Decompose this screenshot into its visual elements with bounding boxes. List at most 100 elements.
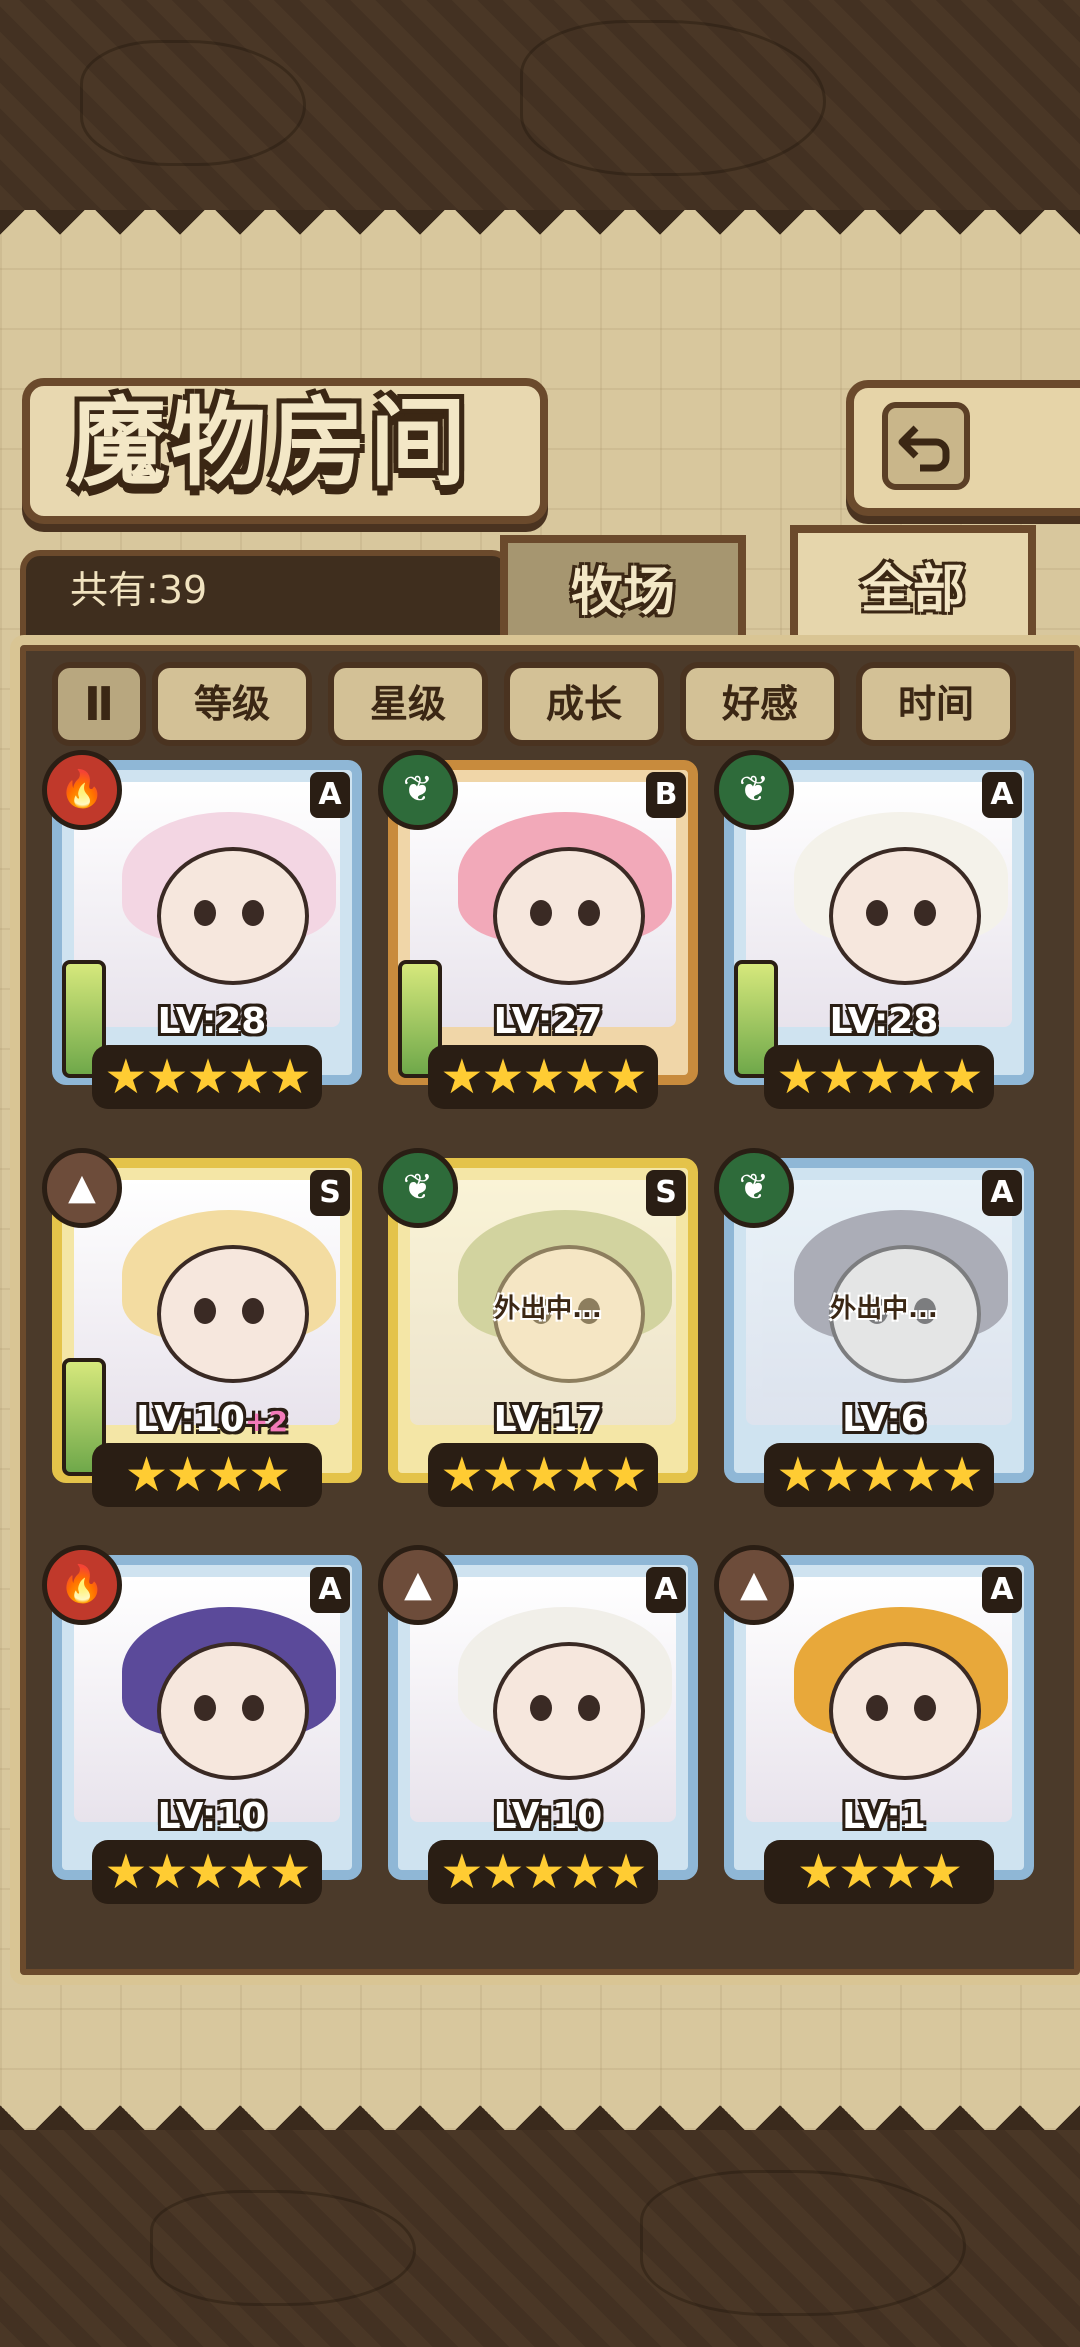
rank-badge: A <box>310 772 350 818</box>
leaf-icon: ❦ <box>378 750 458 830</box>
mountain-icon: ▲ <box>378 1545 458 1625</box>
monster-eye <box>914 1695 936 1721</box>
mountain-icon: ▲ <box>714 1545 794 1625</box>
monster-eye <box>194 900 216 926</box>
monster-eye <box>530 900 552 926</box>
star-rating: ★★★★★ <box>764 1045 994 1109</box>
monster-face <box>493 847 645 985</box>
monster-count: 共有:39 <box>70 568 208 612</box>
away-status: 外出中... <box>830 1294 938 1324</box>
sort-growth-button[interactable]: 成长 <box>504 662 664 746</box>
monster-eye <box>914 900 936 926</box>
level-label: LV:10+2 <box>112 1398 312 1442</box>
filter-toggle-button[interactable]: Ⅱ <box>52 662 146 746</box>
back-button[interactable] <box>846 380 1080 516</box>
tab-farm-label: 牧场 <box>570 563 675 623</box>
tab-all[interactable]: 全部 <box>790 525 1036 648</box>
monster-eye <box>242 1298 264 1324</box>
rank-badge: S <box>310 1170 350 1216</box>
level-value: LV:28 <box>829 1001 939 1042</box>
rank-badge: A <box>310 1567 350 1613</box>
level-value: LV:6 <box>842 1399 926 1440</box>
monster-portrait <box>410 782 676 1027</box>
monster-face <box>157 1642 309 1780</box>
monster-portrait <box>74 1180 340 1425</box>
zigzag-edge-bottom <box>0 2090 1080 2130</box>
leaf-icon: ❦ <box>714 1148 794 1228</box>
tab-farm[interactable]: 牧场 <box>500 535 746 643</box>
level-label: LV:6 <box>784 1398 984 1442</box>
monster-eye <box>578 900 600 926</box>
monster-card[interactable]: ▲ A LV:10 ★★★★★ <box>378 1545 698 1920</box>
monster-portrait <box>74 782 340 1027</box>
level-label: LV:17 <box>448 1398 648 1442</box>
star-rating: ★★★★★ <box>764 1443 994 1507</box>
monster-card[interactable]: ▲ S LV:10+2 ★★★★ <box>42 1148 362 1523</box>
leaf-icon: ❦ <box>378 1148 458 1228</box>
star-rating: ★★★★★ <box>428 1443 658 1507</box>
star-rating: ★★★★ <box>92 1443 322 1507</box>
level-value: LV:10 <box>136 1399 245 1440</box>
monster-eye <box>242 1695 264 1721</box>
level-bonus: +2 <box>244 1405 288 1438</box>
leaf-icon: ❦ <box>714 750 794 830</box>
rank-badge: A <box>982 772 1022 818</box>
monster-eye <box>194 1695 216 1721</box>
level-label: LV:10 <box>448 1795 648 1839</box>
monster-eye <box>194 1298 216 1324</box>
sort-affection-button[interactable]: 好感 <box>680 662 840 746</box>
star-rating: ★★★★★ <box>92 1840 322 1904</box>
tab-all-label: 全部 <box>860 560 965 620</box>
monster-face <box>157 847 309 985</box>
rank-badge: A <box>646 1567 686 1613</box>
page-title: 魔物房间 <box>70 387 470 499</box>
level-value: LV:10 <box>493 1796 603 1837</box>
monster-card[interactable]: 🔥 A LV:28 ★★★★★ <box>42 750 362 1125</box>
monster-card[interactable]: ❦ A 外出中... LV:6 ★★★★★ <box>714 1148 1034 1523</box>
fire-icon: 🔥 <box>42 1545 122 1625</box>
monster-eye <box>866 1695 888 1721</box>
monster-face <box>157 1245 309 1383</box>
monster-card[interactable]: ❦ B LV:27 ★★★★★ <box>378 750 698 1125</box>
fire-icon: 🔥 <box>42 750 122 830</box>
monster-face <box>829 847 981 985</box>
monster-eye <box>242 900 264 926</box>
rank-badge: B <box>646 772 686 818</box>
rank-badge: S <box>646 1170 686 1216</box>
star-rating: ★★★★ <box>764 1840 994 1904</box>
monster-card[interactable]: 🔥 A LV:10 ★★★★★ <box>42 1545 362 1920</box>
sort-time-button[interactable]: 时间 <box>856 662 1016 746</box>
sort-star-button[interactable]: 星级 <box>328 662 488 746</box>
away-status: 外出中... <box>494 1294 602 1324</box>
monster-portrait <box>410 1577 676 1822</box>
level-label: LV:28 <box>784 1000 984 1044</box>
monster-portrait <box>746 1577 1012 1822</box>
monster-face <box>829 1642 981 1780</box>
background-map-bottom <box>0 2130 1080 2347</box>
star-rating: ★★★★★ <box>428 1045 658 1109</box>
monster-eye <box>578 1695 600 1721</box>
mountain-icon: ▲ <box>42 1148 122 1228</box>
level-label: LV:28 <box>112 1000 312 1044</box>
back-arrow-icon <box>882 402 970 490</box>
rank-badge: A <box>982 1567 1022 1613</box>
monster-card[interactable]: ❦ S 外出中... LV:17 ★★★★★ <box>378 1148 698 1523</box>
level-value: LV:27 <box>493 1001 603 1042</box>
sort-level-button[interactable]: 等级 <box>152 662 312 746</box>
star-rating: ★★★★★ <box>92 1045 322 1109</box>
star-rating: ★★★★★ <box>428 1840 658 1904</box>
level-value: LV:28 <box>157 1001 267 1042</box>
monster-eye <box>530 1695 552 1721</box>
monster-portrait <box>746 782 1012 1027</box>
monster-portrait <box>74 1577 340 1822</box>
level-value: LV:1 <box>842 1796 926 1837</box>
level-label: LV:10 <box>112 1795 312 1839</box>
monster-card[interactable]: ❦ A LV:28 ★★★★★ <box>714 750 1034 1125</box>
rank-badge: A <box>982 1170 1022 1216</box>
level-value: LV:17 <box>493 1399 603 1440</box>
level-label: LV:1 <box>784 1795 984 1839</box>
monster-card[interactable]: ▲ A LV:1 ★★★★ <box>714 1545 1034 1920</box>
monster-eye <box>866 900 888 926</box>
level-value: LV:10 <box>157 1796 267 1837</box>
monster-face <box>493 1642 645 1780</box>
